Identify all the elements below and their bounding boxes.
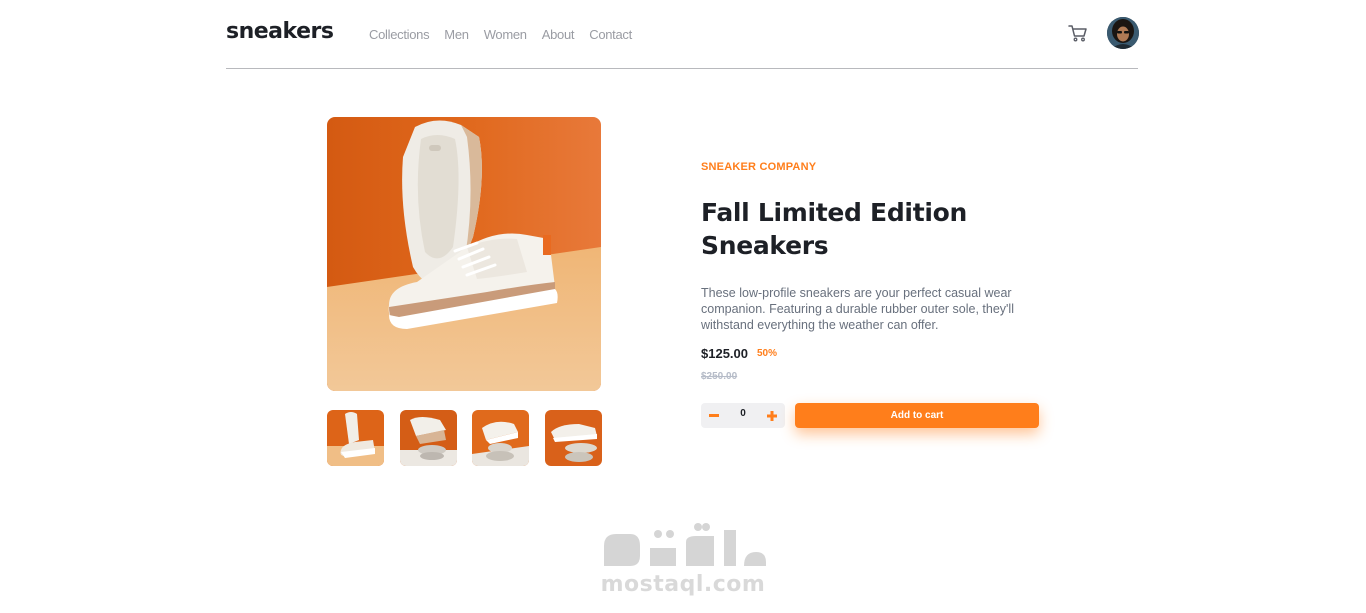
nav-link-men[interactable]: Men [444,27,469,42]
mostaql-watermark: mostaql.com [590,522,776,602]
quantity-value[interactable]: 0 [727,408,759,419]
nav-link-women[interactable]: Women [484,27,527,42]
thumbnail-2[interactable] [400,410,457,466]
logo[interactable]: sneakers [226,19,334,44]
nav-link-about[interactable]: About [542,27,575,42]
watermark-text: mostaql.com [600,572,766,597]
thumbnail-4[interactable] [545,410,602,466]
discount-badge: 50% [757,348,778,359]
thumbnail-3[interactable] [472,410,529,466]
company-label: SNEAKER COMPANY [701,161,817,173]
main-nav: Collections Men Women About Contact [369,27,632,42]
nav-link-contact[interactable]: Contact [589,27,632,42]
minus-icon[interactable] [701,403,727,428]
thumbnail-1[interactable] [327,410,384,466]
nav-link-collections[interactable]: Collections [369,27,430,42]
quantity-stepper: 0 [701,403,785,428]
product-title: Fall Limited Edition Sneakers [701,198,967,260]
site-header: sneakers Collections Men Women About Con… [226,0,1139,69]
mostaql-logo-icon [604,523,766,566]
original-price: $250.00 [701,371,738,382]
product-description: These low-profile sneakers are your perf… [701,286,1014,332]
plus-icon[interactable] [759,403,785,428]
product-main-image[interactable] [327,117,601,391]
avatar[interactable] [1107,17,1139,49]
add-to-cart-button[interactable]: Add to cart [795,403,1039,428]
current-price: $125.00 [701,346,748,361]
cart-icon[interactable] [1068,24,1088,42]
